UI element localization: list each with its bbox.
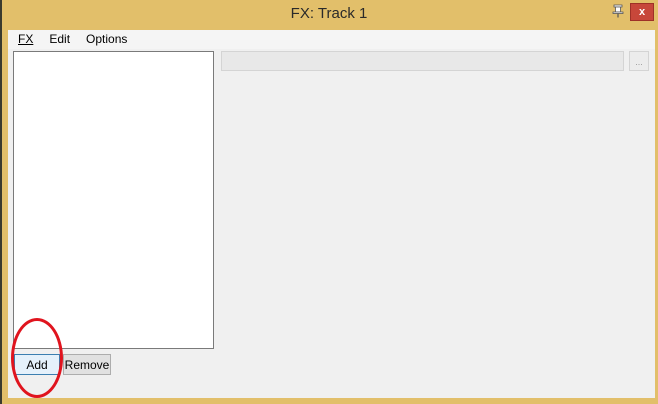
plugin-name-bar (221, 51, 624, 71)
background-window-edge (0, 0, 2, 404)
pin-icon (611, 4, 625, 23)
menu-fx[interactable]: FX (12, 30, 39, 49)
pin-button[interactable] (606, 4, 630, 22)
client-area: FX Edit Options ... Add Remove (8, 30, 655, 398)
add-button[interactable]: Add (14, 354, 60, 375)
close-icon: x (638, 6, 646, 18)
fx-window: FX: Track 1 x FX Edit Options ... Add Re… (0, 0, 658, 404)
menu-bar: FX Edit Options (8, 30, 655, 49)
window-title: FX: Track 1 (290, 5, 368, 22)
title-bar[interactable]: FX: Track 1 x (0, 0, 658, 30)
add-button-label: Add (26, 357, 48, 372)
plugin-browse-button[interactable]: ... (629, 51, 649, 71)
fx-chain-list[interactable] (13, 51, 214, 349)
close-button[interactable]: x (630, 3, 654, 21)
remove-button[interactable]: Remove (63, 354, 111, 375)
remove-button-label: Remove (64, 357, 110, 372)
menu-options[interactable]: Options (80, 30, 133, 49)
menu-edit[interactable]: Edit (43, 30, 76, 49)
